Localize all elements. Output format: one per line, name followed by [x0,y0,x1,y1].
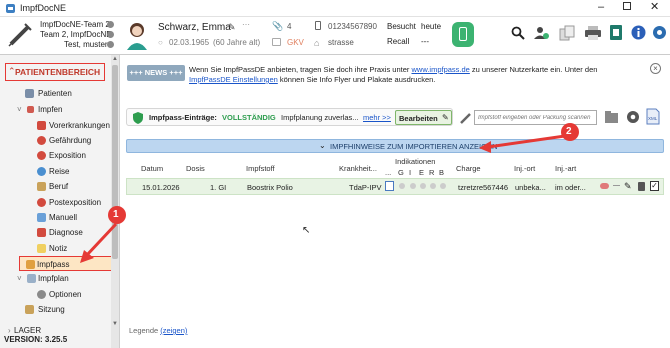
annotation-arrow-2 [487,134,566,149]
annotation-arrow-1 [84,222,118,258]
annotation-marker-2: 2 [566,126,572,137]
annotation-overlay [80,123,579,263]
annotation-arrowhead-1 [80,250,94,263]
annotation-arrowhead-2 [479,141,491,153]
annotation-marker-1: 1 [113,209,119,220]
